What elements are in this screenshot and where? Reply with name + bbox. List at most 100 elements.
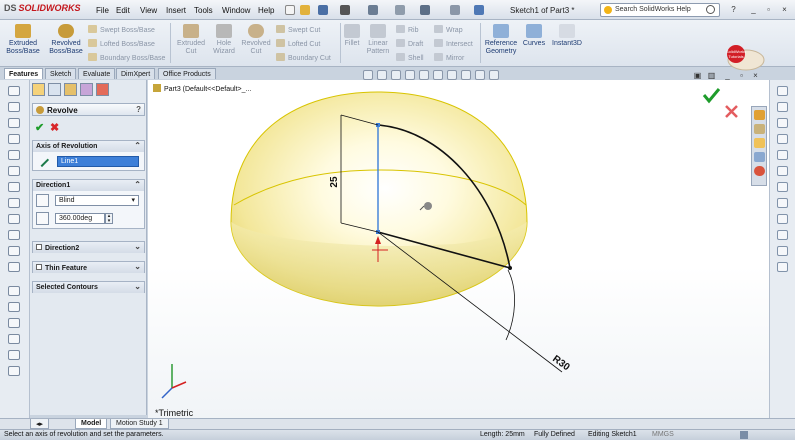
quick-tips-icon[interactable] bbox=[740, 431, 748, 439]
solidworks-logo[interactable]: DS SOLIDWORKS bbox=[4, 3, 81, 13]
tab-features[interactable]: Features bbox=[4, 68, 44, 79]
zoom-to-fit-icon[interactable] bbox=[363, 70, 373, 80]
tab-evaluate[interactable]: Evaluate bbox=[78, 68, 116, 79]
hide-show-items-icon[interactable] bbox=[447, 70, 457, 80]
tool-icon[interactable] bbox=[777, 134, 788, 144]
group-header[interactable]: Direction2 ⌄ bbox=[33, 242, 144, 253]
instant3d-button[interactable]: Instant3D bbox=[550, 24, 584, 48]
help-icon[interactable]: ? bbox=[136, 105, 141, 114]
cancel-button[interactable]: ✖ bbox=[50, 121, 59, 134]
move-entities-icon[interactable] bbox=[8, 350, 20, 360]
polygon-icon[interactable] bbox=[8, 198, 20, 208]
extruded-boss-button[interactable]: Extruded Boss/Base bbox=[6, 24, 40, 56]
shell-button[interactable]: Shell bbox=[396, 53, 424, 62]
boundary-cut-button[interactable]: Boundary Cut bbox=[276, 53, 331, 62]
tool-icon[interactable] bbox=[777, 118, 788, 128]
search-icon[interactable] bbox=[706, 5, 715, 14]
curves-button[interactable]: Curves bbox=[522, 24, 546, 48]
display-manager-icon[interactable] bbox=[96, 83, 109, 96]
tool-icon[interactable] bbox=[777, 246, 788, 256]
doc-restore-icon[interactable]: ▫ bbox=[736, 70, 747, 81]
centerline-icon[interactable] bbox=[8, 230, 20, 240]
linear-pattern-button[interactable]: Linear Pattern bbox=[364, 24, 392, 56]
tab-model[interactable]: Model bbox=[75, 419, 108, 429]
minimize-icon[interactable]: _ bbox=[748, 4, 759, 15]
menu-insert[interactable]: Insert bbox=[166, 6, 186, 15]
help-dropdown-icon[interactable]: ? bbox=[728, 4, 739, 15]
plane-icon[interactable] bbox=[8, 262, 20, 272]
draft-button[interactable]: Draft bbox=[396, 39, 423, 48]
lofted-cut-button[interactable]: Lofted Cut bbox=[276, 39, 320, 48]
line-icon[interactable] bbox=[8, 86, 20, 96]
doc-close-icon[interactable]: × bbox=[750, 70, 761, 81]
tool-icon[interactable] bbox=[777, 86, 788, 96]
tool-icon[interactable] bbox=[777, 230, 788, 240]
text-icon[interactable] bbox=[8, 246, 20, 256]
intersect-button[interactable]: Intersect bbox=[434, 39, 473, 48]
mirror-button[interactable]: Mirror bbox=[434, 53, 464, 62]
tab-office-products[interactable]: Office Products bbox=[158, 68, 216, 79]
viewport-icon-2[interactable]: ▥ bbox=[706, 70, 717, 81]
reference-geometry-button[interactable]: Reference Geometry bbox=[482, 24, 520, 56]
view-palette-icon[interactable] bbox=[754, 152, 765, 162]
edit-appearance-icon[interactable] bbox=[461, 70, 471, 80]
select-arrow-icon[interactable] bbox=[395, 5, 405, 15]
options-gear-icon[interactable] bbox=[474, 5, 484, 15]
ok-button[interactable]: ✔ bbox=[35, 121, 44, 134]
end-condition-select[interactable]: Blind ▾ bbox=[55, 195, 139, 206]
view-settings-icon[interactable] bbox=[489, 70, 499, 80]
reverse-direction-icon[interactable] bbox=[36, 194, 49, 207]
fillet-sketch-icon[interactable] bbox=[8, 182, 20, 192]
menu-window[interactable]: Window bbox=[222, 6, 250, 15]
angle-stepper[interactable]: ▴ ▾ bbox=[105, 213, 113, 224]
group-header[interactable]: Direction1 ⌃ bbox=[33, 180, 144, 191]
tab-motion-study[interactable]: Motion Study 1 bbox=[110, 419, 169, 429]
trim-icon[interactable] bbox=[8, 286, 20, 296]
spline-icon[interactable] bbox=[8, 150, 20, 160]
direction2-checkbox[interactable] bbox=[36, 244, 42, 250]
feature-manager-icon[interactable] bbox=[32, 83, 45, 96]
extend-icon[interactable] bbox=[8, 302, 20, 312]
viewport-icon-1[interactable]: ▣ bbox=[692, 70, 703, 81]
tool-icon[interactable] bbox=[777, 102, 788, 112]
view-orientation-icon[interactable] bbox=[419, 70, 429, 80]
group-header[interactable]: Thin Feature ⌄ bbox=[33, 262, 144, 273]
graphics-area[interactable]: 25 R30 Part3 (Default<<Default>_... *Tri… bbox=[148, 80, 769, 418]
confirm-check-icon[interactable] bbox=[702, 88, 721, 104]
fillet-button[interactable]: Fillet bbox=[342, 24, 362, 48]
doc-minimize-icon[interactable]: _ bbox=[722, 70, 733, 81]
menu-file[interactable]: File bbox=[96, 6, 109, 15]
swept-boss-button[interactable]: Swept Boss/Base bbox=[88, 25, 155, 34]
tool-icon[interactable] bbox=[777, 262, 788, 272]
rib-button[interactable]: Rib bbox=[396, 25, 419, 34]
file-properties-icon[interactable] bbox=[450, 5, 460, 15]
tool-icon[interactable] bbox=[777, 150, 788, 160]
close-icon[interactable]: × bbox=[779, 4, 790, 15]
thin-feature-checkbox[interactable] bbox=[36, 264, 42, 270]
restore-icon[interactable]: ▫ bbox=[763, 4, 774, 15]
new-document-icon[interactable] bbox=[285, 5, 295, 15]
undo-icon[interactable] bbox=[368, 5, 378, 15]
rectangle-icon[interactable] bbox=[8, 102, 20, 112]
zoom-area-icon[interactable] bbox=[377, 70, 387, 80]
revolved-cut-button[interactable]: Revolved Cut bbox=[240, 24, 272, 56]
swept-cut-button[interactable]: Swept Cut bbox=[276, 25, 320, 34]
point-icon[interactable] bbox=[8, 214, 20, 224]
dimxpert-manager-icon[interactable] bbox=[80, 83, 93, 96]
rebuild-icon[interactable] bbox=[420, 5, 430, 15]
arc-icon[interactable] bbox=[8, 134, 20, 144]
print-icon[interactable] bbox=[340, 5, 350, 15]
menu-help[interactable]: Help bbox=[258, 6, 274, 15]
save-icon[interactable] bbox=[318, 5, 328, 15]
status-units[interactable]: MMGS bbox=[652, 431, 674, 438]
ellipse-icon[interactable] bbox=[8, 166, 20, 176]
relations-icon[interactable] bbox=[8, 366, 20, 376]
tool-icon[interactable] bbox=[777, 214, 788, 224]
revolved-boss-button[interactable]: Revolved Boss/Base bbox=[48, 24, 84, 56]
apply-scene-icon[interactable] bbox=[475, 70, 485, 80]
wrap-button[interactable]: Wrap bbox=[434, 25, 463, 34]
display-style-icon[interactable] bbox=[433, 70, 443, 80]
open-folder-icon[interactable] bbox=[300, 5, 310, 15]
menu-view[interactable]: View bbox=[140, 6, 157, 15]
menu-tools[interactable]: Tools bbox=[194, 6, 213, 15]
